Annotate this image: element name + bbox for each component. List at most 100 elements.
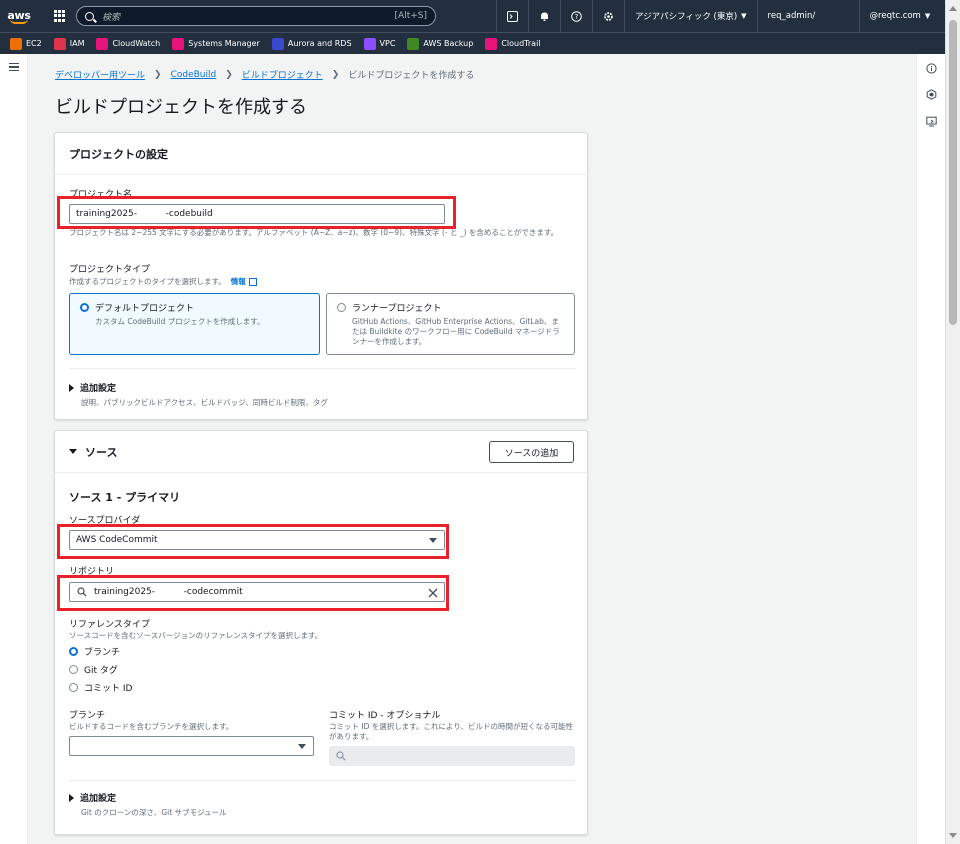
- top-navigation: aws 検索 [Alt+S] ? アジアパシフィック (東京) ▼ req_adm…: [0, 0, 945, 32]
- favorite-label: Systems Manager: [188, 39, 260, 48]
- caret-down-icon: [69, 449, 77, 454]
- additional-settings-title: 追加設定: [80, 384, 117, 394]
- user-menu[interactable]: req_admin/: [756, 0, 859, 32]
- info-link[interactable]: 情報: [231, 277, 246, 287]
- caret-right-icon: [69, 383, 74, 392]
- default-project-title: デフォルトプロジェクト: [95, 304, 195, 314]
- search-icon: [85, 11, 94, 21]
- runner-project-title: ランナープロジェクト: [352, 304, 442, 314]
- divider: [69, 368, 575, 369]
- scrollbar-thumb[interactable]: [949, 20, 957, 325]
- git-tag-radio[interactable]: [69, 665, 78, 674]
- runner-project-radio[interactable]: [337, 303, 346, 312]
- chevron-right-icon: ❯: [154, 69, 162, 80]
- services-grid-icon[interactable]: [54, 10, 66, 22]
- search-input[interactable]: 検索 [Alt+S]: [76, 6, 436, 26]
- service-icon: [53, 37, 66, 50]
- project-name-hint: プロジェクト名は 2~255 文字にする必要があります。アルファベット (A~Z…: [69, 228, 559, 237]
- source-additional-settings-description: Git のクローンの深さ、Git サブモジュール: [81, 808, 227, 817]
- favorite-iam[interactable]: IAM: [53, 37, 84, 50]
- commit-id-label: コミット ID - オプショナル: [329, 711, 441, 721]
- branch-description: ビルドするコードを含むブランチを選択します。: [69, 722, 234, 731]
- breadcrumb-codebuild[interactable]: CodeBuild: [171, 70, 217, 80]
- menu-hamburger-icon[interactable]: [9, 63, 19, 71]
- commit-id-description: コミット ID を選択します。これにより、ビルドの時間が短くなる可能性があります…: [329, 722, 574, 741]
- help-icon[interactable]: ?: [560, 0, 592, 32]
- branch-option-label: ブランチ: [84, 648, 121, 658]
- favorite-label: CloudTrail: [501, 39, 541, 48]
- default-project-radio[interactable]: [80, 303, 89, 312]
- default-project-option[interactable]: デフォルトプロジェクト カスタム CodeBuild プロジェクトを作成します。: [69, 293, 320, 355]
- chevron-right-icon: ❯: [225, 69, 233, 80]
- breadcrumb-build-projects[interactable]: ビルドプロジェクト: [242, 68, 323, 81]
- scroll-up-arrow-icon[interactable]: [949, 6, 957, 11]
- favorite-label: EC2: [26, 39, 42, 48]
- reference-type-description: ソースコードを含むソースバージョンのリファレンスタイプを選択します。: [69, 631, 323, 640]
- favorite-label: Aurora and RDS: [287, 39, 352, 48]
- project-type-description: 作成するプロジェクトのタイプを選択します。 情報: [69, 277, 257, 287]
- source-additional-settings-expander[interactable]: 追加設定 Git のクローンの深さ、Git サブモジュール: [69, 791, 227, 818]
- favorite-cloudtrail[interactable]: CloudTrail: [485, 37, 541, 50]
- favorite-label: VPC: [379, 39, 396, 48]
- favorite-aurora-and-rds[interactable]: Aurora and RDS: [271, 37, 352, 50]
- user-label: req_admin/: [767, 11, 816, 21]
- service-icon: [271, 37, 284, 50]
- info-icon[interactable]: [925, 62, 937, 74]
- divider: [69, 780, 575, 781]
- favorite-aws-backup[interactable]: AWS Backup: [407, 37, 473, 50]
- search-shortcut: [Alt+S]: [394, 11, 427, 21]
- dropdown-caret-icon: [298, 744, 306, 749]
- additional-settings-description: 説明、パブリックビルドアクセス、ビルドバッジ、同時ビルド制限、タグ: [81, 398, 328, 407]
- commit-id-search-input[interactable]: [329, 746, 575, 766]
- branch-radio[interactable]: [69, 647, 78, 656]
- favorite-vpc[interactable]: VPC: [363, 37, 396, 50]
- breadcrumb-developer-tools[interactable]: デベロッパー用ツール: [55, 68, 145, 81]
- scroll-down-arrow-icon[interactable]: [949, 833, 957, 838]
- service-icon: [407, 37, 420, 50]
- aws-logo[interactable]: aws: [0, 0, 38, 32]
- favorite-ec2[interactable]: EC2: [10, 37, 42, 50]
- service-icon: [10, 37, 22, 50]
- project-settings-header: プロジェクトの設定: [55, 133, 587, 175]
- caret-right-icon: [69, 793, 74, 802]
- highlight-project-name: [57, 196, 456, 229]
- commit-id-radio[interactable]: [69, 683, 78, 692]
- breadcrumb: デベロッパー用ツール ❯ CodeBuild ❯ ビルドプロジェクト ❯ ビルド…: [55, 68, 475, 82]
- notifications-bell-icon[interactable]: [528, 0, 560, 32]
- ref-option-branch[interactable]: ブランチ: [69, 645, 120, 658]
- settings-gear-icon[interactable]: [592, 0, 624, 32]
- source-additional-settings-title: 追加設定: [80, 794, 117, 804]
- chevron-right-icon: ❯: [331, 69, 340, 80]
- service-icon: [363, 37, 376, 50]
- reference-type-label: リファレンスタイプ: [69, 620, 150, 630]
- account-label: @reqtc.com: [869, 11, 921, 21]
- left-navigation-rail: [0, 54, 28, 844]
- runner-project-description: GitHub Actions、GitHub Enterprise Actions…: [352, 317, 560, 346]
- search-icon: [336, 751, 346, 761]
- favorite-cloudwatch[interactable]: CloudWatch: [96, 37, 161, 50]
- favorite-label: CloudWatch: [112, 39, 161, 48]
- source-panel: ソース ソースの追加 ソース 1 - プライマリ ソースプロバイダ AWS Co…: [54, 430, 588, 835]
- account-menu[interactable]: @reqtc.com ▼: [858, 0, 941, 32]
- region-selector[interactable]: アジアパシフィック (東京) ▼: [624, 0, 757, 32]
- vertical-scrollbar[interactable]: [945, 0, 960, 844]
- favorite-systems-manager[interactable]: Systems Manager: [172, 37, 260, 50]
- branch-select[interactable]: [69, 736, 314, 756]
- external-link-icon: [248, 278, 257, 286]
- git-tag-option-label: Git タグ: [84, 666, 118, 676]
- project-type-label: プロジェクトタイプ: [69, 265, 151, 275]
- feedback-screen-icon[interactable]: [925, 115, 937, 127]
- hexagon-help-icon[interactable]: [925, 88, 937, 100]
- add-source-button[interactable]: ソースの追加: [489, 441, 574, 463]
- favorites-bar: EC2 IAM CloudWatch Systems Manager Aurora an…: [0, 32, 945, 54]
- page-title: ビルドプロジェクトを作成する: [55, 97, 307, 118]
- project-additional-settings-expander[interactable]: 追加設定 説明、パブリックビルドアクセス、ビルドバッジ、同時ビルド制限、タグ: [69, 381, 328, 408]
- cloudshell-icon[interactable]: [496, 0, 528, 32]
- ref-option-git-tag[interactable]: Git タグ: [69, 663, 118, 676]
- highlight-repository: [57, 575, 449, 611]
- ref-option-commit-id[interactable]: コミット ID: [69, 681, 132, 694]
- region-label: アジアパシフィック (東京): [635, 12, 738, 22]
- breadcrumb-current: ビルドプロジェクトを作成する: [348, 71, 475, 81]
- runner-project-option[interactable]: ランナープロジェクト GitHub Actions、GitHub Enterpr…: [326, 293, 575, 355]
- branch-label: ブランチ: [69, 711, 106, 721]
